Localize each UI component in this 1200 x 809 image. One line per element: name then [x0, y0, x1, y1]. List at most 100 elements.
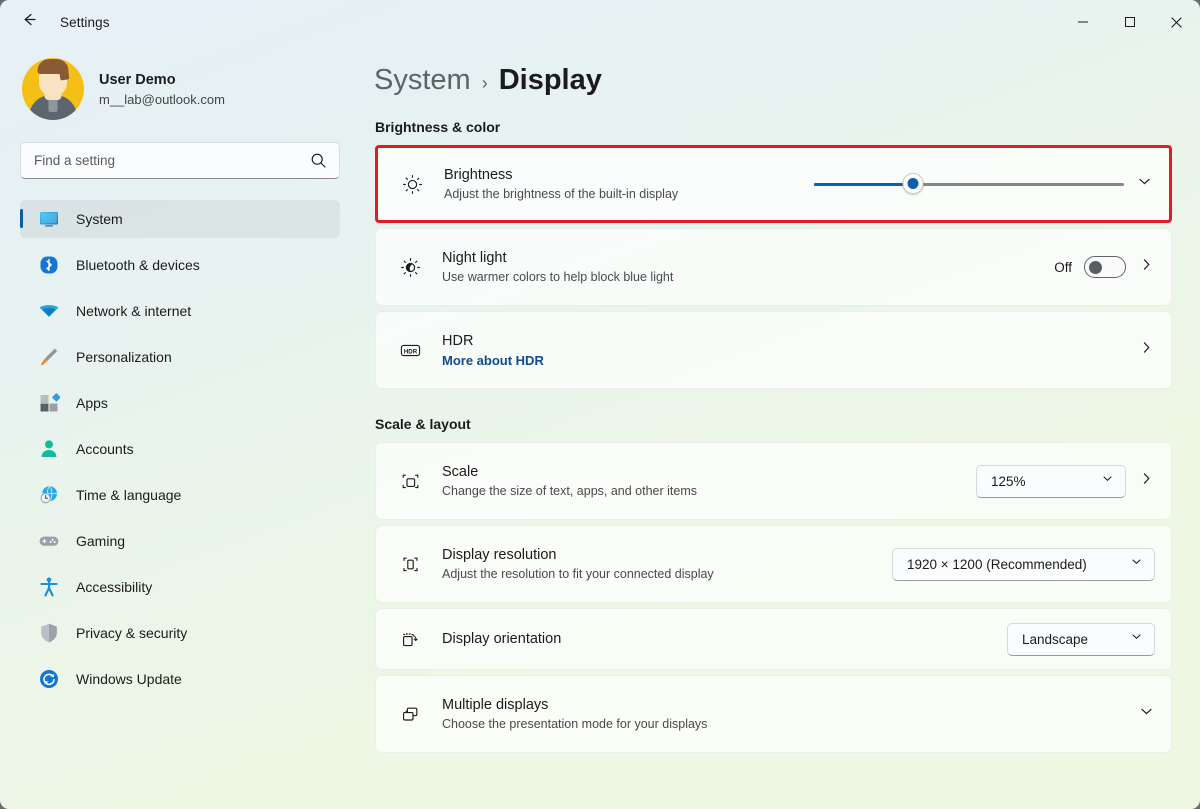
sidebar-item-label: Gaming: [76, 533, 126, 549]
svg-text:HDR: HDR: [403, 348, 417, 355]
shield-icon: [35, 622, 63, 644]
card-subtitle: Choose the presentation mode for your di…: [442, 716, 708, 731]
card-title: Night light: [442, 249, 507, 266]
breadcrumb: System › Display: [374, 64, 1200, 97]
accessibility-icon: [35, 576, 63, 598]
scale-dropdown[interactable]: 125%: [976, 464, 1126, 498]
sidebar-item-label: Windows Update: [76, 671, 182, 687]
display-resolution-dropdown[interactable]: 1920 × 1200 (Recommended): [892, 547, 1155, 581]
night-light-toggle[interactable]: [1084, 256, 1126, 278]
sidebar-item-apps[interactable]: Apps: [20, 384, 340, 422]
sidebar-item-personalization[interactable]: Personalization: [20, 338, 340, 376]
chevron-down-icon: [1130, 630, 1143, 648]
scale-icon: [395, 469, 425, 494]
sidebar-item-gaming[interactable]: Gaming: [20, 522, 340, 560]
sidebar-item-label: Accounts: [76, 441, 134, 457]
card-subtitle: Change the size of text, apps, and other…: [442, 483, 698, 498]
sidebar-item-windows-update[interactable]: Windows Update: [20, 660, 340, 698]
orientation-icon: [395, 627, 425, 652]
section-title-scale-layout: Scale & layout: [375, 416, 471, 432]
display-resolution-card[interactable]: Display resolution Adjust the resolution…: [375, 525, 1172, 603]
brightness-card[interactable]: Brightness Adjust the brightness of the …: [375, 145, 1172, 223]
sidebar-nav: System Bluetooth & devices Network & int…: [20, 200, 360, 698]
display-orientation-dropdown[interactable]: Landscape: [1007, 622, 1155, 656]
card-subtitle: Adjust the resolution to fit your connec…: [442, 566, 714, 581]
card-title: Multiple displays: [442, 696, 549, 713]
chevron-down-icon: [1101, 472, 1114, 490]
sidebar: User Demo m__lab@outlook.com Find a sett…: [0, 44, 360, 809]
search-input[interactable]: [34, 153, 294, 168]
scale-value: 125%: [991, 473, 1026, 489]
sidebar-item-label: Apps: [76, 395, 108, 411]
card-title: Brightness: [444, 166, 513, 183]
slider-fill: [814, 182, 914, 186]
card-subtitle: Use warmer colors to help block blue lig…: [442, 269, 674, 284]
multiple-displays-icon: [395, 702, 425, 727]
person-icon: [35, 438, 63, 460]
multiple-displays-card[interactable]: Multiple displays Choose the presentatio…: [375, 675, 1172, 753]
sidebar-item-system[interactable]: System: [20, 200, 340, 238]
slider-thumb[interactable]: [902, 173, 924, 194]
night-light-card[interactable]: Night light Use warmer colors to help bl…: [375, 228, 1172, 306]
sidebar-item-accounts[interactable]: Accounts: [20, 430, 340, 468]
account-email: m__lab@outlook.com: [99, 91, 225, 107]
brightness-sun-icon: [397, 172, 427, 197]
sidebar-item-network-internet[interactable]: Network & internet: [20, 292, 340, 330]
close-button[interactable]: [1153, 0, 1200, 44]
card-subtitle: Adjust the brightness of the built-in di…: [444, 186, 679, 201]
display-orientation-value: Landscape: [1022, 631, 1089, 647]
night-light-icon: [395, 255, 425, 280]
hdr-icon: HDR: [395, 338, 425, 363]
sidebar-item-label: Network & internet: [76, 303, 192, 319]
back-button[interactable]: [12, 5, 46, 39]
clock-globe-icon: [35, 484, 63, 506]
sidebar-item-privacy-security[interactable]: Privacy & security: [20, 614, 340, 652]
app-title: Settings: [60, 14, 110, 30]
card-title: HDR: [442, 332, 474, 349]
night-light-toggle-label: Off: [1054, 259, 1072, 275]
chevron-down-icon[interactable]: [1138, 703, 1155, 725]
chevron-down-icon: [1130, 555, 1143, 573]
breadcrumb-separator: ›: [481, 73, 488, 93]
page-title: Display: [498, 64, 602, 96]
card-title: Scale: [442, 463, 479, 480]
apps-icon: [35, 392, 63, 414]
chevron-down-icon[interactable]: [1136, 173, 1153, 195]
hdr-card[interactable]: HDR HDR More about HDR: [375, 311, 1172, 389]
monitor-icon: [35, 208, 63, 230]
sidebar-item-bluetooth-devices[interactable]: Bluetooth & devices: [20, 246, 340, 284]
chevron-right-icon[interactable]: [1138, 256, 1155, 278]
sidebar-item-label: System: [76, 211, 123, 227]
wifi-icon: [35, 300, 63, 322]
bluetooth-icon: [35, 254, 63, 276]
chevron-right-icon[interactable]: [1138, 339, 1155, 361]
card-title: Display orientation: [442, 631, 562, 647]
sidebar-item-label: Personalization: [76, 349, 172, 365]
display-orientation-card[interactable]: Display orientation Landscape: [375, 608, 1172, 670]
minimize-button[interactable]: [1059, 0, 1106, 44]
breadcrumb-root[interactable]: System: [374, 64, 471, 97]
update-icon: [35, 668, 63, 690]
sidebar-item-label: Time & language: [76, 487, 182, 503]
brightness-slider[interactable]: [814, 173, 1124, 195]
resolution-icon: [395, 552, 425, 577]
paintbrush-icon: [35, 346, 63, 368]
search-box[interactable]: [20, 142, 340, 179]
avatar: [22, 58, 84, 120]
sidebar-item-label: Privacy & security: [76, 625, 188, 641]
account-name: User Demo: [99, 71, 176, 88]
back-arrow-icon: [20, 10, 39, 34]
sidebar-item-time-language[interactable]: Time & language: [20, 476, 340, 514]
chevron-right-icon[interactable]: [1138, 470, 1155, 492]
window-controls: [1059, 0, 1200, 44]
card-title: Display resolution: [442, 546, 557, 563]
sidebar-item-label: Accessibility: [76, 579, 153, 595]
sidebar-item-accessibility[interactable]: Accessibility: [20, 568, 340, 606]
maximize-button[interactable]: [1106, 0, 1153, 44]
more-about-hdr-link[interactable]: More about HDR: [442, 353, 544, 368]
scale-card[interactable]: Scale Change the size of text, apps, and…: [375, 442, 1172, 520]
account-block[interactable]: User Demo m__lab@outlook.com: [22, 58, 360, 120]
display-resolution-value: 1920 × 1200 (Recommended): [907, 556, 1087, 572]
search-icon: [310, 152, 327, 174]
gamepad-icon: [35, 530, 63, 552]
